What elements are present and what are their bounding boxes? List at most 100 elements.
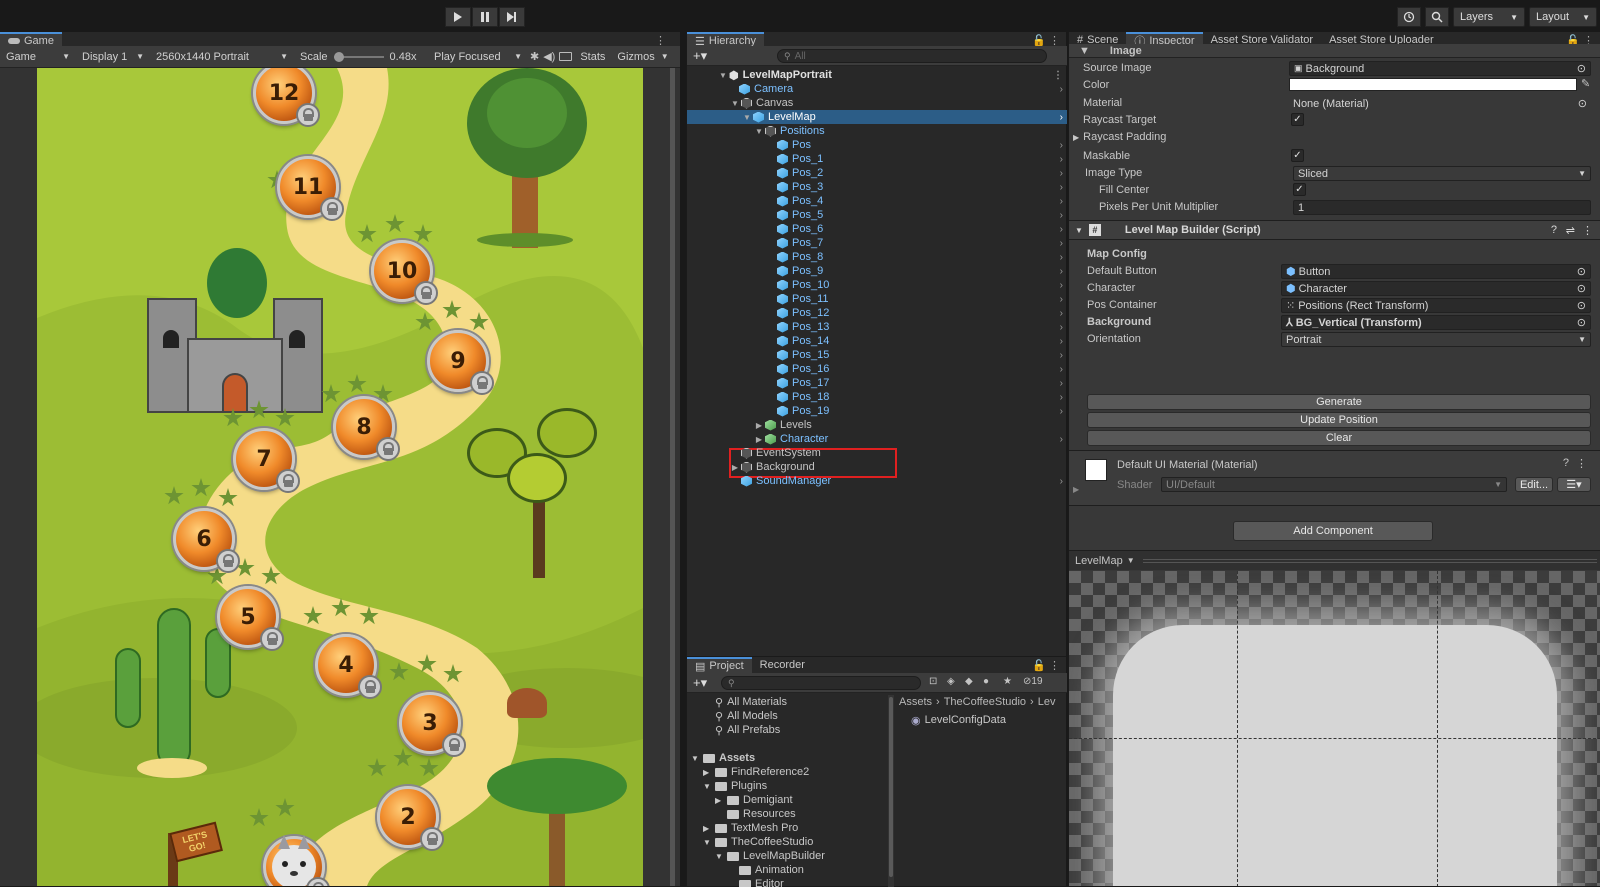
level-button[interactable]: 4 — [315, 634, 377, 696]
color-swatch[interactable] — [1289, 78, 1577, 91]
tab-recorder[interactable]: Recorder — [752, 657, 813, 674]
chevron-right-icon[interactable]: › — [1060, 392, 1063, 403]
level-button[interactable]: 10 — [371, 240, 433, 302]
breadcrumb-item[interactable]: TheCoffeeStudio — [944, 696, 1026, 708]
search-button[interactable] — [1425, 7, 1449, 27]
hierarchy-item-pos[interactable]: Pos_7› — [687, 236, 1067, 250]
lock-icon[interactable]: 🔓 — [1032, 659, 1046, 672]
default-button-field[interactable]: ⬢Button⊙ — [1281, 264, 1591, 279]
favorite-all-prefabs[interactable]: ⚲All Prefabs — [715, 723, 780, 737]
preset-icon[interactable]: ⇌ — [1566, 224, 1575, 237]
source-image-field[interactable]: ▣Background⊙ — [1289, 61, 1591, 76]
scale-slider[interactable]: Scale 0.48x — [296, 49, 426, 65]
chevron-right-icon[interactable]: › — [1060, 210, 1063, 221]
generate-button[interactable]: Generate — [1087, 394, 1591, 410]
update-position-button[interactable]: Update Position — [1087, 412, 1591, 428]
favorite-all-materials[interactable]: ⚲All Materials — [715, 695, 787, 709]
level-button[interactable]: 6 — [173, 508, 235, 570]
expand-arrow-icon[interactable]: ▼ — [753, 127, 765, 136]
more-options-icon[interactable]: ⋮ — [1576, 457, 1587, 470]
folder-findreference2[interactable]: ▶FindReference2 — [703, 765, 809, 779]
chevron-right-icon[interactable]: › — [1060, 280, 1063, 291]
chevron-right-icon[interactable]: › — [1060, 196, 1063, 207]
chevron-right-icon[interactable]: › — [1060, 434, 1063, 445]
object-picker-icon[interactable]: ⊙ — [1578, 97, 1587, 110]
ppu-input[interactable]: 1 — [1293, 200, 1591, 215]
hierarchy-item-pos[interactable]: Pos_4› — [687, 194, 1067, 208]
hierarchy-item-character[interactable]: ▶Character› — [687, 432, 1067, 446]
pos-container-field[interactable]: ⁙Positions (Rect Transform)⊙ — [1281, 298, 1591, 313]
chevron-right-icon[interactable]: › — [1060, 364, 1063, 375]
hierarchy-item-pos[interactable]: Pos_9› — [687, 264, 1067, 278]
hierarchy-item-pos[interactable]: Pos_14› — [687, 334, 1067, 348]
stats-toggle[interactable]: Stats — [576, 49, 609, 65]
audio-icon[interactable]: ◀) — [543, 50, 555, 63]
fill-center-checkbox[interactable]: ✓ — [1293, 183, 1306, 196]
image-component-header[interactable]: ▼Image — [1069, 44, 1600, 58]
level-button[interactable]: 7 — [233, 428, 295, 490]
hierarchy-item-pos[interactable]: Pos› — [687, 138, 1067, 152]
folder-demigiant[interactable]: ▶Demigiant — [715, 793, 793, 807]
hierarchy-item-pos[interactable]: Pos_19› — [687, 404, 1067, 418]
bug-icon[interactable]: ✱ — [530, 50, 539, 63]
scale-track[interactable] — [334, 56, 384, 58]
object-picker-icon[interactable]: ⊙ — [1577, 316, 1586, 329]
expand-arrow-icon[interactable]: ▼ — [703, 782, 715, 791]
hierarchy-item-pos[interactable]: Pos_2› — [687, 166, 1067, 180]
expand-arrow-icon[interactable]: ▶ — [715, 796, 727, 805]
expand-arrow-icon[interactable]: ▼ — [717, 71, 729, 80]
edit-shader-button[interactable]: Edit... — [1515, 477, 1553, 492]
more-options-icon[interactable]: ⋮ — [1053, 70, 1063, 81]
expand-arrow-icon[interactable]: ▼ — [715, 852, 727, 861]
more-options-icon[interactable]: ⋮ — [1582, 224, 1593, 237]
expand-arrow-icon[interactable]: ▶ — [703, 768, 715, 777]
favorite-all-models[interactable]: ⚲All Models — [715, 709, 778, 723]
hierarchy-item-pos[interactable]: Pos_6› — [687, 222, 1067, 236]
add-component-button[interactable]: Add Component — [1233, 521, 1433, 541]
hierarchy-item-background[interactable]: ▶Background — [687, 460, 1067, 474]
help-icon[interactable]: ? — [1563, 457, 1569, 469]
hierarchy-item-positions[interactable]: ▼Positions — [687, 124, 1067, 138]
hierarchy-item-pos[interactable]: Pos_18› — [687, 390, 1067, 404]
level-button[interactable]: 3 — [399, 692, 461, 754]
info-icon[interactable]: ● — [983, 676, 989, 687]
hierarchy-item-pos[interactable]: Pos_3› — [687, 180, 1067, 194]
game-mode-dropdown[interactable]: Game▼ — [2, 49, 74, 65]
keyboard-icon[interactable] — [559, 52, 572, 61]
level-button[interactable]: 5 — [217, 586, 279, 648]
hierarchy-item-pos[interactable]: Pos_10› — [687, 278, 1067, 292]
expand-arrow-icon[interactable]: ▶ — [1073, 485, 1079, 494]
eyedropper-icon[interactable]: ✎ — [1581, 77, 1590, 90]
level-button[interactable]: 12 — [253, 68, 315, 124]
hierarchy-item-pos[interactable]: Pos_17› — [687, 376, 1067, 390]
folder-levelmapbuilder[interactable]: ▼LevelMapBuilder — [715, 849, 825, 863]
hierarchy-item-camera[interactable]: Camera› — [687, 82, 1067, 96]
level-map-builder-header[interactable]: ▼ # Level Map Builder (Script) ? ⇌ ⋮ — [1069, 220, 1600, 240]
folder-animation[interactable]: Animation — [727, 863, 804, 877]
step-button[interactable] — [499, 7, 525, 27]
folder-textmesh-pro[interactable]: ▶TextMesh Pro — [703, 821, 798, 835]
chevron-right-icon[interactable]: › — [1060, 112, 1063, 123]
chevron-right-icon[interactable]: › — [1060, 238, 1063, 249]
expand-arrow-icon[interactable]: ▼ — [691, 754, 703, 763]
raycast-target-checkbox[interactable]: ✓ — [1291, 113, 1304, 126]
preview-header[interactable]: LevelMap ▼ — [1069, 550, 1600, 570]
add-icon[interactable]: +▾ — [693, 48, 707, 64]
expand-arrow-icon[interactable]: ▼ — [703, 838, 715, 847]
folder-thecoffeestudio[interactable]: ▼TheCoffeeStudio — [703, 835, 813, 849]
level-button[interactable]: 2 — [377, 786, 439, 848]
game-scrollbar[interactable] — [670, 68, 675, 886]
hierarchy-item-soundmanager[interactable]: SoundManager› — [687, 474, 1067, 488]
game-viewport[interactable]: LET'S GO! — [0, 68, 680, 886]
resolution-dropdown[interactable]: 2560x1440 Portrait▼ — [152, 49, 292, 65]
breadcrumb-item[interactable]: Lev — [1038, 696, 1056, 708]
shader-menu-button[interactable]: ☰▾ — [1557, 477, 1591, 492]
shader-dropdown[interactable]: UI/Default▼ — [1161, 477, 1507, 492]
search-scope-icon[interactable]: ⊡ — [929, 676, 937, 687]
material-field[interactable]: None (Material)⊙ — [1289, 96, 1591, 111]
more-options-icon[interactable]: ⋮ — [1049, 659, 1060, 672]
image-type-dropdown[interactable]: Sliced▼ — [1293, 166, 1591, 181]
chevron-right-icon[interactable]: › — [1060, 154, 1063, 165]
play-mode-dropdown[interactable]: Play Focused▼ — [430, 49, 526, 65]
hierarchy-item-pos[interactable]: Pos_5› — [687, 208, 1067, 222]
